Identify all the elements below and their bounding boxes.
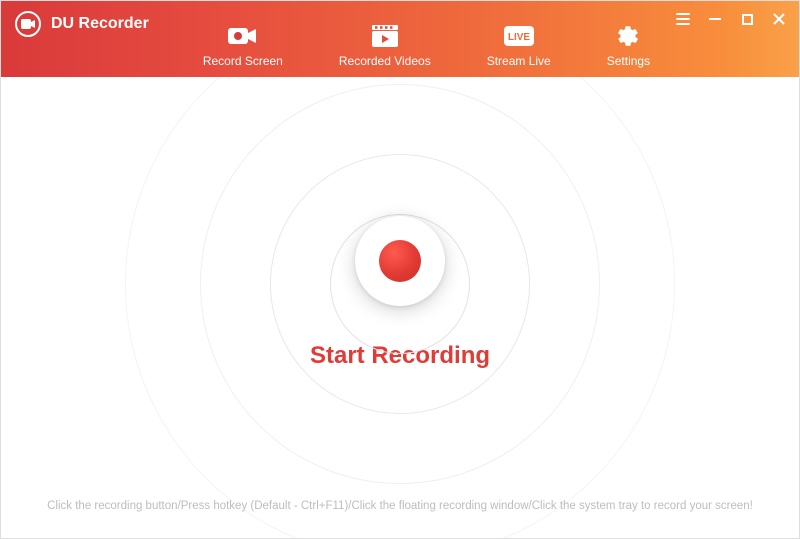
nav-label: Record Screen (203, 54, 283, 68)
hamburger-icon (676, 13, 690, 25)
nav-recorded-videos[interactable]: Recorded Videos (335, 24, 435, 68)
maximize-icon (742, 14, 753, 25)
minimize-button[interactable] (707, 11, 723, 27)
gear-icon (613, 24, 643, 48)
nav-stream-live[interactable]: LIVE Stream Live (483, 24, 555, 68)
nav-record-screen[interactable]: Record Screen (199, 24, 287, 68)
window-controls (675, 11, 787, 27)
svg-text:LIVE: LIVE (508, 32, 531, 43)
hint-text: Click the recording button/Press hotkey … (1, 500, 799, 512)
camcorder-icon (228, 24, 258, 48)
nav: Record Screen Recorded Videos (199, 1, 654, 77)
logo-area: DU Recorder (1, 1, 163, 47)
nav-settings[interactable]: Settings (603, 24, 654, 68)
minimize-icon (709, 18, 721, 20)
app-logo-icon (15, 11, 41, 37)
film-reel-icon (370, 24, 400, 48)
menu-button[interactable] (675, 11, 691, 27)
record-dot-icon (379, 240, 421, 282)
close-button[interactable] (771, 11, 787, 27)
main-content: Start Recording Click the recording butt… (1, 77, 799, 538)
close-icon (773, 13, 785, 25)
maximize-button[interactable] (739, 11, 755, 27)
header: DU Recorder Record Screen (1, 1, 799, 77)
live-icon: LIVE (504, 24, 534, 48)
nav-label: Settings (607, 54, 650, 68)
nav-label: Stream Live (487, 54, 551, 68)
app-title: DU Recorder (51, 15, 149, 33)
app-window: DU Recorder Record Screen (0, 0, 800, 539)
record-button[interactable] (355, 216, 445, 306)
nav-label: Recorded Videos (339, 54, 431, 68)
